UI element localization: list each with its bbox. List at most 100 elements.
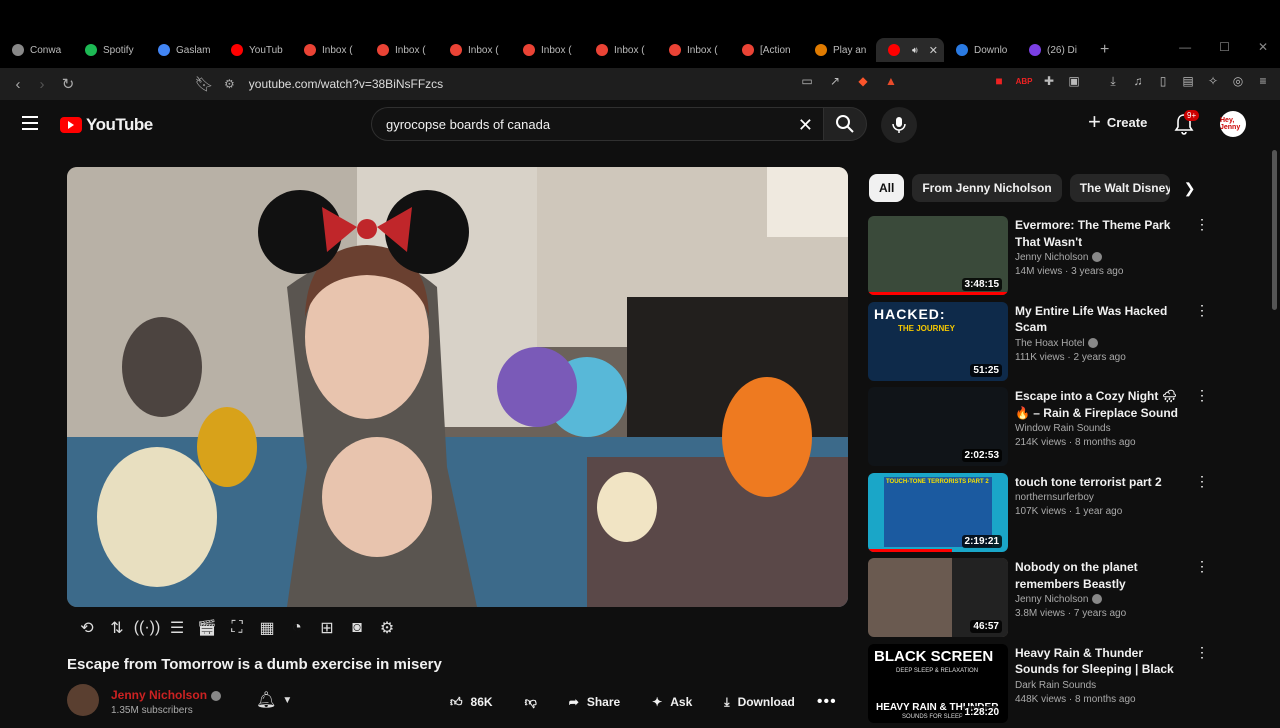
recommendation-channel[interactable]: Jenny Nicholson [1015, 252, 1185, 263]
scrollbar[interactable] [1272, 150, 1277, 310]
channel-avatar[interactable] [67, 684, 99, 716]
bookmark-icon[interactable]: 🔖︎ [192, 75, 216, 93]
cast-icon[interactable]: ▭ [800, 74, 814, 88]
chevron-right-icon[interactable]: ❯ [1184, 180, 1196, 197]
back-icon[interactable]: ‹ [6, 76, 30, 93]
recommendation-channel[interactable]: Dark Rain Sounds [1015, 680, 1185, 691]
minimize-icon[interactable]: — [1179, 40, 1191, 54]
tab-close-icon[interactable]: ✕ [929, 44, 938, 57]
recommendation-item[interactable]: 2:02:53Escape into a Cozy Night 🌧🔥 – Rai… [868, 386, 1208, 472]
recommendation-item[interactable]: HACKED:THE JOURNEY51:25My Entire Life Wa… [868, 301, 1208, 387]
video-player[interactable] [67, 167, 848, 607]
puzzle-icon[interactable]: ✚ [1042, 74, 1056, 88]
search-button[interactable] [823, 107, 867, 141]
youtube-logo[interactable]: YouTube [60, 115, 153, 135]
video-thumbnail[interactable]: TOUCH-TONE TERRORISTS PART 22:19:21 [868, 473, 1008, 552]
chip-from-channel[interactable]: From Jenny Nicholson [912, 174, 1061, 202]
search-input[interactable]: gyrocopse boards of canada ✕ [371, 107, 823, 141]
browser-tab[interactable]: Play an [803, 38, 876, 62]
browser-tab[interactable]: Inbox ( [584, 38, 657, 62]
browser-tab[interactable]: Downlo [944, 38, 1017, 62]
share-page-icon[interactable]: ↗ [828, 74, 842, 88]
new-tab-button[interactable]: + [1100, 41, 1109, 59]
browser-tab[interactable]: Inbox ( [292, 38, 365, 62]
forward-icon[interactable]: › [30, 76, 54, 93]
download-tray-icon[interactable]: ⤓ [1106, 74, 1120, 88]
add-frame-icon[interactable]: ⊞ [316, 618, 338, 638]
recommendation-item[interactable]: 46:57Nobody on the planet remembers Beas… [868, 557, 1208, 643]
brave-shield-icon[interactable]: ◆ [856, 74, 870, 88]
browser-tab[interactable]: Inbox ( [365, 38, 438, 62]
voice-search-button[interactable] [881, 107, 917, 143]
browser-tab[interactable]: YouTub [219, 38, 292, 62]
video-thumbnail[interactable]: HACKED:THE JOURNEY51:25 [868, 302, 1008, 381]
audio-wave-icon[interactable]: ((·)) [136, 618, 158, 638]
menu-icon[interactable]: ≡ [1256, 74, 1270, 88]
more-options-icon[interactable]: ⋮ [1195, 390, 1209, 400]
recommendation-item[interactable]: 3:48:15Evermore: The Theme Park That Was… [868, 215, 1208, 301]
site-info-icon[interactable]: ⚙ [224, 77, 235, 91]
reload-icon[interactable]: ↻ [56, 75, 80, 93]
fit-screen-icon[interactable]: ⛶ [226, 618, 248, 638]
recommendation-channel[interactable]: Jenny Nicholson [1015, 594, 1185, 605]
browser-tab[interactable]: [Action [730, 38, 803, 62]
browser-tab[interactable]: Spotify [73, 38, 146, 62]
video-thumbnail[interactable]: 46:57 [868, 558, 1008, 637]
browser-tab[interactable]: Inbox ( [657, 38, 730, 62]
share-button[interactable]: ➦Share [559, 689, 630, 715]
media-icon[interactable]: ♫ [1131, 74, 1145, 88]
screenshot-icon[interactable]: ◙ [346, 618, 368, 638]
account-avatar[interactable]: Hey, Jenny [1220, 111, 1246, 137]
recommendation-title[interactable]: Escape into a Cozy Night 🌧🔥 – Rain & Fir… [1015, 388, 1185, 421]
speed-icon[interactable]: ◔ [286, 618, 308, 638]
frame-icon[interactable]: ▦ [256, 618, 278, 638]
browser-tab[interactable]: Conwa [0, 38, 73, 62]
recommendation-title[interactable]: Heavy Rain & Thunder Sounds for Sleeping… [1015, 645, 1185, 678]
more-options-icon[interactable]: ⋮ [1195, 561, 1209, 571]
recommendation-item[interactable]: TOUCH-TONE TERRORISTS PART 22:19:21touch… [868, 472, 1208, 558]
close-window-icon[interactable]: ✕ [1258, 40, 1268, 54]
abp-icon[interactable]: ABP [1017, 74, 1031, 88]
create-button[interactable]: + Create [1088, 113, 1147, 131]
recommendation-title[interactable]: My Entire Life Was Hacked Scam [1015, 303, 1185, 336]
recommendation-channel[interactable]: The Hoax Hotel [1015, 338, 1185, 349]
dislike-button[interactable]: 👎︎ [515, 689, 547, 715]
tab-audio-icon[interactable]: 🔊︎ [912, 45, 918, 56]
maximize-icon[interactable]: ☐ [1219, 40, 1230, 54]
playlist-icon[interactable]: ☰ [166, 618, 188, 638]
browser-tab[interactable]: Gaslam [146, 38, 219, 62]
chip-walt-disney[interactable]: The Walt Disney Co [1070, 174, 1170, 202]
chip-all[interactable]: All [869, 174, 904, 202]
video-thumbnail[interactable]: 2:02:53 [868, 387, 1008, 466]
leo-icon[interactable]: ✧ [1206, 74, 1220, 88]
recommendation-title[interactable]: Evermore: The Theme Park That Wasn't [1015, 217, 1185, 250]
ask-button[interactable]: ✦Ask [642, 689, 702, 715]
more-options-icon[interactable]: ⋮ [1195, 219, 1209, 229]
more-options-icon[interactable]: ⋮ [1195, 647, 1209, 657]
vpn-icon[interactable]: ◎ [1231, 74, 1245, 88]
sidebar-icon[interactable]: ▯ [1156, 74, 1170, 88]
clear-search-icon[interactable]: ✕ [798, 115, 813, 136]
browser-tab[interactable]: Inbox ( [511, 38, 584, 62]
brave-rewards-icon[interactable]: ▲ [884, 74, 898, 88]
browser-tab[interactable]: (26) Di [1017, 38, 1090, 62]
wallet-icon[interactable]: ▤ [1181, 74, 1195, 88]
like-button[interactable]: 👍︎86K [440, 689, 503, 715]
browser-tab[interactable]: 🔊︎ ✕ [876, 38, 944, 62]
more-actions-icon[interactable]: ••• [817, 693, 837, 711]
download-button[interactable]: ⤓Download [714, 689, 805, 715]
recommendation-item[interactable]: BLACK SCREENDEEP SLEEP & RELAXATIONHEAVY… [868, 643, 1208, 728]
clapper-icon[interactable]: 🎬︎ [196, 618, 218, 638]
subscription-bell-button[interactable]: 🔔︎ ▼ [256, 690, 292, 710]
loop-icon[interactable]: ⟲ [76, 618, 98, 638]
channel-name[interactable]: Jenny Nicholson [111, 688, 221, 702]
recommendation-channel[interactable]: northernsurferboy [1015, 492, 1185, 503]
more-options-icon[interactable]: ⋮ [1195, 476, 1209, 486]
tabs-icon[interactable]: ▣ [1067, 74, 1081, 88]
video-thumbnail[interactable]: 3:48:15 [868, 216, 1008, 295]
recommendation-channel[interactable]: Window Rain Sounds [1015, 423, 1185, 434]
recommendation-title[interactable]: Nobody on the planet remembers Beastly [1015, 559, 1185, 592]
extension-red-icon[interactable]: ■ [992, 74, 1006, 88]
more-options-icon[interactable]: ⋮ [1195, 305, 1209, 315]
sort-icon[interactable]: ⇅ [106, 618, 128, 638]
